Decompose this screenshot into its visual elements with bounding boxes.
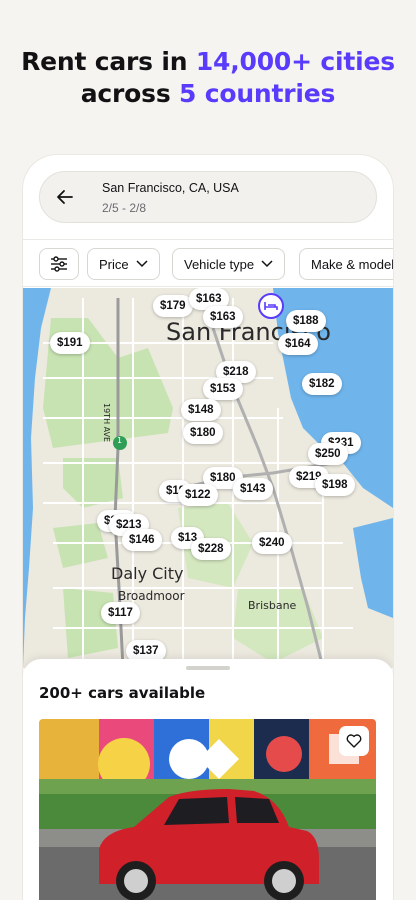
map-price-pin[interactable]: $153 [203,378,243,400]
filter-bar: Price Vehicle type Make & model [23,239,393,287]
chevron-down-icon [261,260,273,268]
map-price-pin[interactable]: $164 [278,333,318,355]
heart-icon [346,734,362,748]
hotel-pin-icon[interactable] [258,293,284,319]
map-price-pin[interactable]: $146 [122,529,162,551]
map-price-pin[interactable]: $228 [191,538,231,560]
filter-make-model-button[interactable]: Make & model [299,248,393,280]
headline: Rent cars in 14,000+ cities across 5 cou… [0,46,416,110]
map[interactable]: San Francisco Daly City Broadmoor Brisba… [23,288,393,668]
map-price-pin[interactable]: $188 [286,310,326,332]
map-price-pin[interactable]: $191 [50,332,90,354]
headline-part1: Rent cars in [21,47,196,76]
map-price-pin[interactable]: $117 [101,602,140,624]
map-price-pin[interactable]: $148 [181,399,221,421]
map-price-pin[interactable]: $180 [183,422,223,444]
headline-highlight-cities: 14,000+ cities [195,47,395,76]
filter-settings-button[interactable] [39,248,79,280]
favorite-button[interactable] [339,726,369,756]
map-price-pin[interactable]: $143 [233,478,273,500]
filter-price-button[interactable]: Price [87,248,160,280]
filter-vehicle-type-button[interactable]: Vehicle type [172,248,286,280]
map-broadmoor-label: Broadmoor [118,589,185,603]
map-price-pin[interactable]: $163 [203,306,243,328]
map-price-pin[interactable]: $182 [302,373,342,395]
car-photo [39,719,376,900]
headline-highlight-countries: 5 countries [179,79,336,108]
filter-price-label: Price [99,256,129,272]
search-location: San Francisco, CA, USA [102,181,239,195]
search-bar[interactable]: San Francisco, CA, USA 2/5 - 2/8 [39,171,377,223]
map-price-pin[interactable]: $198 [315,474,355,496]
map-highway-marker: 1 [117,436,123,445]
map-price-pin[interactable]: $122 [178,484,218,506]
search-dates: 2/5 - 2/8 [102,201,147,215]
map-daly-city-label: Daly City [111,564,184,583]
map-price-pin[interactable]: $240 [252,532,292,554]
results-sheet[interactable]: 200+ cars available [23,659,393,900]
phone-frame: San Francisco, CA, USA 2/5 - 2/8 Price V… [23,155,393,900]
results-count: 200+ cars available [39,684,206,702]
sliders-icon [51,256,67,272]
map-price-pin[interactable]: $179 [153,295,193,317]
chevron-down-icon [136,260,148,268]
filter-make-model-label: Make & model [311,256,393,272]
map-brisbane-label: Brisbane [248,599,297,612]
map-price-pin[interactable]: $250 [308,443,348,465]
headline-part2: across [80,79,180,108]
back-arrow-icon[interactable] [54,186,76,208]
filter-vehicle-type-label: Vehicle type [184,256,255,272]
sheet-grabber[interactable] [186,666,230,670]
map-street-label: 19TH AVE [102,403,111,443]
car-listing-card[interactable] [39,719,376,900]
